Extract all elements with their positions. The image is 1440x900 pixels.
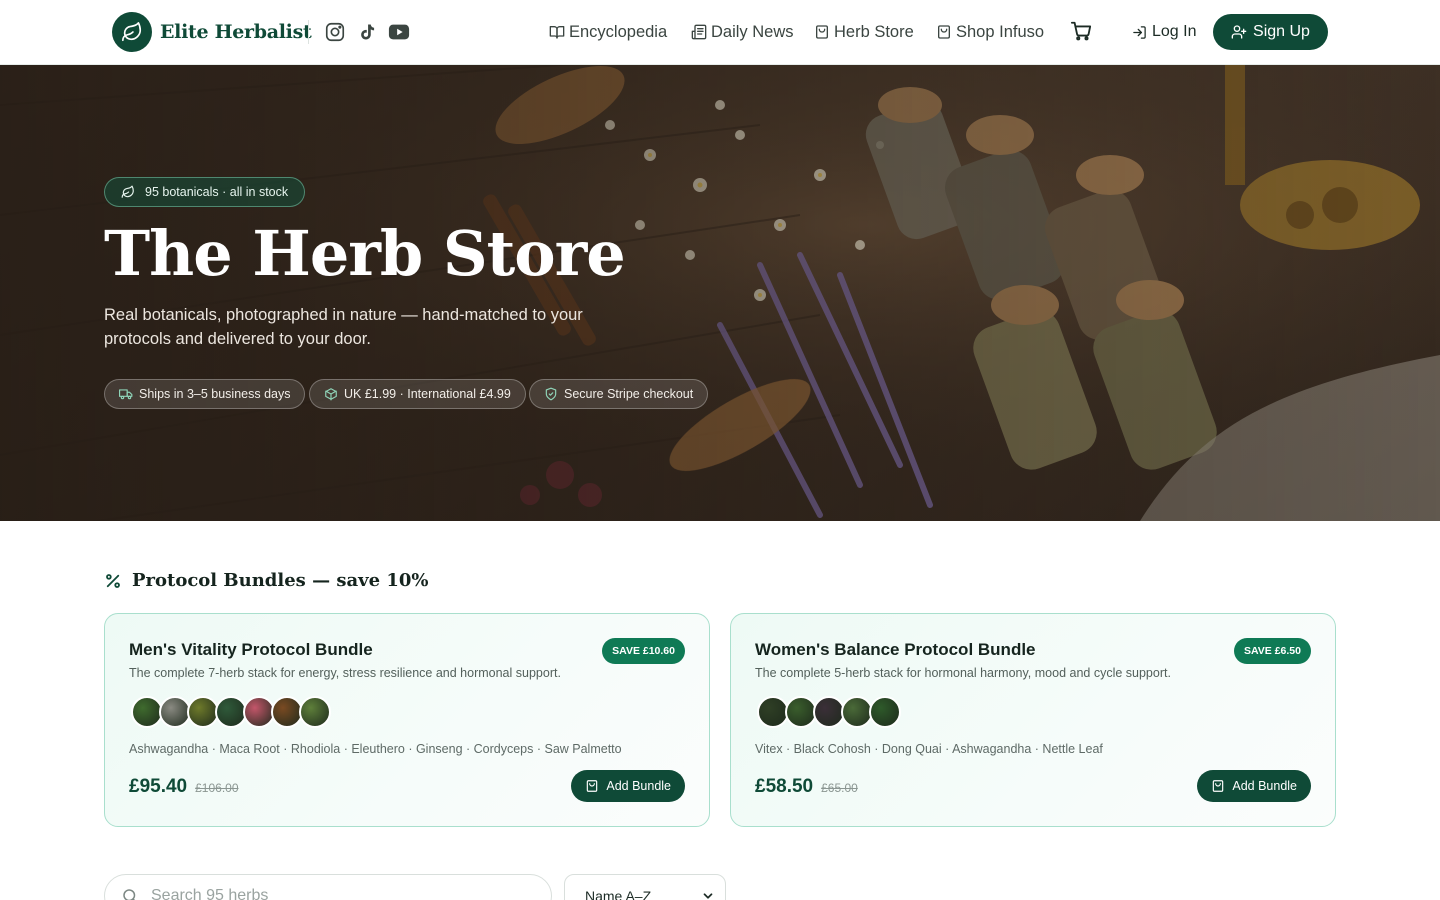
instagram-icon[interactable]: [323, 20, 347, 44]
nav-daily-news[interactable]: Daily News: [691, 20, 794, 44]
bundles-heading-label: Protocol Bundles — save 10%: [132, 570, 429, 591]
bundles-heading: Protocol Bundles — save 10%: [104, 570, 428, 591]
shopping-bag-icon: [587, 780, 598, 792]
stock-badge: 95 botanicals · all in stock: [104, 177, 306, 207]
search-icon: [123, 889, 136, 900]
nav-label: Daily News: [711, 22, 794, 41]
signup-label: Sign Up: [1253, 23, 1310, 40]
bundle-description: The complete 7-herb stack for energy, st…: [129, 666, 561, 680]
newspaper-icon: [691, 24, 707, 40]
bundle-herb-list: Ashwagandha · Maca Root · Rhodiola · Ele…: [129, 742, 622, 756]
cart-icon[interactable]: [1070, 20, 1094, 44]
bundle-card-womens-balance: Women's Balance Protocol Bundle SAVE £6.…: [730, 613, 1336, 827]
signup-button[interactable]: Sign Up: [1213, 14, 1328, 50]
divider: [308, 20, 309, 44]
save-badge: SAVE £6.50: [1233, 638, 1311, 664]
herb-thumbnails: [757, 696, 901, 728]
log-in-icon: [1133, 25, 1146, 39]
user-plus-icon: [1231, 25, 1247, 39]
shopping-bag-icon: [1213, 780, 1224, 792]
login-label: Log In: [1152, 23, 1197, 40]
youtube-icon[interactable]: [387, 20, 411, 44]
site-header: Elite Herbalist Encyclopedia Daily News …: [0, 0, 1440, 65]
nav-encyclopedia[interactable]: Encyclopedia: [549, 20, 667, 44]
add-bundle-button[interactable]: Add Bundle: [1197, 770, 1311, 802]
shipping-chip: Ships in 3–5 business days: [104, 379, 306, 409]
percent-icon: [106, 573, 120, 588]
add-bundle-button[interactable]: Add Bundle: [571, 770, 685, 802]
price-original: £65.00: [821, 781, 858, 795]
login-button[interactable]: Log In: [1132, 20, 1196, 44]
search-box[interactable]: [104, 874, 552, 900]
hero-background-image: [0, 65, 1440, 521]
brand-name: Elite Herbalist: [160, 21, 312, 43]
brand-link[interactable]: Elite Herbalist: [112, 12, 312, 52]
nav-label: Encyclopedia: [569, 22, 668, 41]
add-bundle-label: Add Bundle: [606, 779, 671, 793]
sort-selected-label: Name A–Z: [585, 888, 652, 900]
nav-label: Herb Store: [834, 22, 914, 41]
chip-label: Secure Stripe checkout: [564, 387, 694, 401]
leaf-icon: [121, 185, 134, 198]
hero-subtitle: Real botanicals, photographed in nature …: [104, 306, 583, 348]
leaf-icon: [112, 12, 152, 52]
shopping-bag-icon: [816, 25, 828, 39]
package-icon: [325, 388, 337, 401]
checkout-chip: Secure Stripe checkout: [529, 379, 709, 409]
chevron-down-icon: [703, 893, 713, 899]
shopping-bag-icon: [938, 25, 950, 39]
bundle-title: Men's Vitality Protocol Bundle: [129, 640, 373, 659]
price-current: £95.40: [129, 776, 188, 797]
sort-select[interactable]: Name A–Z: [564, 874, 726, 900]
bundle-card-mens-vitality: Men's Vitality Protocol Bundle SAVE £10.…: [104, 613, 710, 827]
shield-icon: [545, 387, 557, 401]
bundle-price: £95.40 £106.00: [129, 776, 239, 798]
nav-shop-infuso[interactable]: Shop Infuso: [936, 20, 1044, 44]
save-badge: SAVE £10.60: [602, 638, 685, 664]
tiktok-icon[interactable]: [355, 20, 379, 44]
hero-banner: 95 botanicals · all in stock The Herb St…: [0, 65, 1440, 521]
stock-badge-label: 95 botanicals · all in stock: [145, 185, 289, 199]
truck-icon: [119, 389, 133, 400]
herb-thumbnails: [131, 696, 331, 728]
search-input[interactable]: [151, 887, 531, 900]
price-original: £106.00: [195, 781, 239, 795]
bundle-title: Women's Balance Protocol Bundle: [755, 640, 1036, 659]
book-icon: [549, 26, 565, 39]
nav-label: Shop Infuso: [956, 22, 1045, 41]
postage-chip: UK £1.99 · International £4.99: [309, 379, 526, 409]
chip-label: UK £1.99 · International £4.99: [344, 387, 511, 401]
bundle-price: £58.50 £65.00: [755, 776, 858, 798]
nav-herb-store[interactable]: Herb Store: [814, 20, 914, 44]
add-bundle-label: Add Bundle: [1232, 779, 1297, 793]
chip-label: Ships in 3–5 business days: [139, 387, 291, 401]
herb-thumbnail: [869, 696, 901, 728]
price-current: £58.50: [755, 776, 814, 797]
bundle-herb-list: Vitex · Black Cohosh · Dong Quai · Ashwa…: [755, 742, 1103, 756]
herb-thumbnail: [299, 696, 331, 728]
page-title: The Herb Store: [104, 217, 626, 290]
bundle-description: The complete 5-herb stack for hormonal h…: [755, 666, 1171, 680]
